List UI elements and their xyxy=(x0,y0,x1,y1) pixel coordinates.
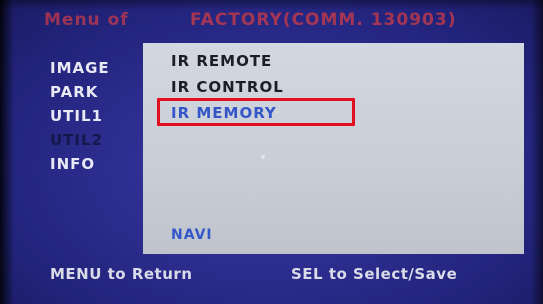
option-ir-remote[interactable]: IR REMOTE xyxy=(171,52,272,70)
menu-item-util1[interactable]: UTIL1 xyxy=(50,104,140,128)
footer-hints: MENU to Return SEL to Select/Save xyxy=(50,265,530,287)
selection-highlight-box xyxy=(157,98,355,126)
footer-menu-return-hint: MENU to Return xyxy=(50,265,193,283)
factory-menu-screen: Menu of FACTORY(COMM. 130903) IMAGE PARK… xyxy=(0,0,543,304)
title-factory-version: FACTORY(COMM. 130903) xyxy=(190,10,457,30)
menu-item-util2[interactable]: UTIL2 xyxy=(50,128,140,152)
title-menu-of: Menu of xyxy=(44,10,129,30)
menu-item-park[interactable]: PARK xyxy=(50,80,140,104)
menu-item-info[interactable]: INFO xyxy=(50,152,140,176)
option-navi[interactable]: NAVI xyxy=(171,227,213,243)
options-panel: IR REMOTE IR CONTROL IR MEMORY NAVI xyxy=(143,43,524,254)
left-menu: IMAGE PARK UTIL1 UTIL2 INFO xyxy=(50,56,140,176)
title-bar: Menu of FACTORY(COMM. 130903) xyxy=(44,8,524,34)
screen-speck xyxy=(261,155,265,159)
menu-item-image[interactable]: IMAGE xyxy=(50,56,140,80)
footer-select-save-hint: SEL to Select/Save xyxy=(291,265,458,283)
option-ir-control[interactable]: IR CONTROL xyxy=(171,78,284,96)
